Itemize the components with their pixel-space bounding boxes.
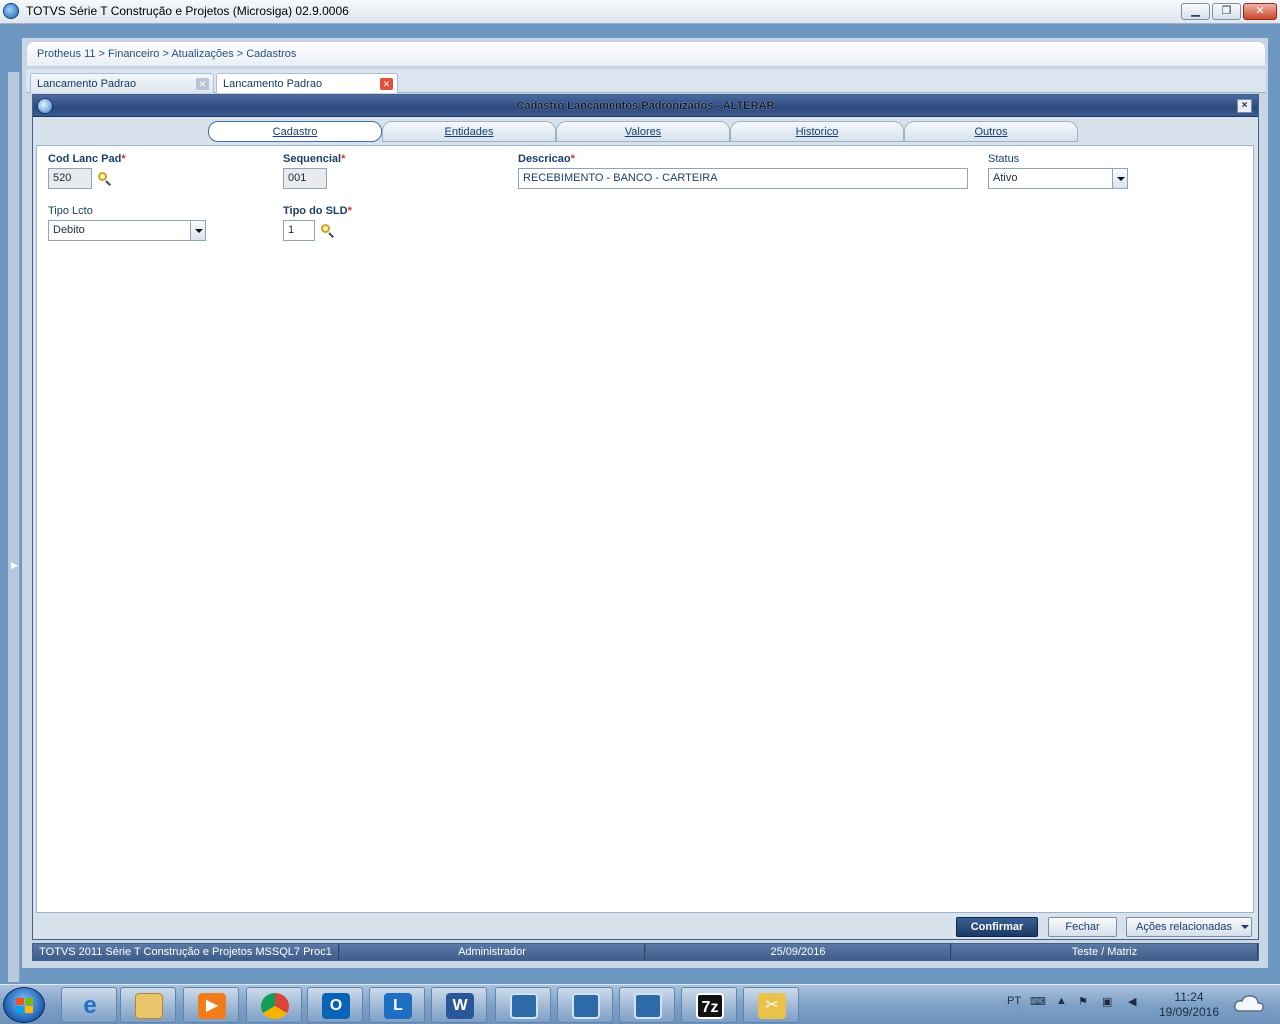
minimize-button[interactable]: ▁ bbox=[1181, 3, 1210, 20]
status-label: Status bbox=[988, 153, 1020, 165]
doc-tab-lancamento-padrao-1[interactable]: Lancamento Padrao [02.9.0006] ✕ bbox=[30, 73, 214, 110]
related-actions-button[interactable]: Ações relacionadas bbox=[1126, 917, 1252, 937]
taskbar-remote-desktop-3[interactable] bbox=[619, 987, 675, 1023]
sequencial-label-text: Sequencial bbox=[283, 153, 342, 165]
taskbar-media-player[interactable]: ▶ bbox=[183, 987, 239, 1023]
restore-button[interactable]: ❐ bbox=[1212, 3, 1241, 20]
file-explorer-icon bbox=[135, 993, 163, 1019]
taskbar-chrome[interactable] bbox=[246, 987, 302, 1023]
confirm-button[interactable]: Confirmar bbox=[956, 917, 1038, 937]
tab-entidades[interactable]: Entidades bbox=[382, 121, 556, 142]
windows-taskbar: e ▶ O L W 7z ✂ PT ⌨ ▲ ⚑ ▣ ◀ 11:24 19/09/… bbox=[0, 984, 1280, 1024]
breadcrumb[interactable]: Protheus 11 > Financeiro > Atualizações … bbox=[37, 48, 296, 60]
clock-time: 11:24 bbox=[1174, 990, 1204, 1004]
required-marker: * bbox=[347, 205, 352, 217]
dialog-close-button[interactable]: × bbox=[1237, 99, 1252, 113]
system-clock[interactable]: 11:24 19/09/2016 bbox=[1150, 990, 1228, 1020]
close-tab-icon[interactable]: ✕ bbox=[380, 78, 393, 90]
volume-icon[interactable]: ◀ bbox=[1128, 995, 1136, 1008]
7zip-icon: 7z bbox=[696, 993, 724, 1019]
chevron-down-icon bbox=[1241, 925, 1249, 929]
taskbar-lync[interactable]: L bbox=[369, 987, 425, 1023]
window-title: TOTVS Série T Construção e Projetos (Mic… bbox=[26, 4, 349, 18]
network-icon[interactable]: ▣ bbox=[1102, 995, 1112, 1008]
status-user: Administrador bbox=[340, 944, 645, 960]
media-player-icon: ▶ bbox=[198, 993, 226, 1019]
required-marker: * bbox=[341, 153, 346, 165]
descricao-label-text: Descricao bbox=[518, 153, 571, 165]
search-icon[interactable] bbox=[98, 172, 112, 186]
clock-date: 19/09/2016 bbox=[1158, 1005, 1220, 1019]
cod-lanc-pad-label-text: Cod Lanc Pad bbox=[48, 153, 122, 165]
document-tab-strip: Lancamento Padrao [02.9.0006] ✕ Lancamen… bbox=[26, 69, 1266, 110]
start-button[interactable] bbox=[3, 987, 45, 1023]
status-select-value: Ativo bbox=[993, 172, 1018, 184]
word-icon: W bbox=[446, 993, 474, 1019]
status-bar: TOTVS 2011 Série T Construção e Projetos… bbox=[32, 943, 1259, 961]
status-select[interactable]: Ativo bbox=[988, 168, 1128, 189]
internet-explorer-icon: e bbox=[83, 992, 97, 1019]
tipo-lcto-label: Tipo Lcto bbox=[48, 205, 93, 217]
taskbar-remote-desktop-2[interactable] bbox=[557, 987, 613, 1023]
language-indicator[interactable]: PT bbox=[1007, 995, 1021, 1007]
close-window-button[interactable]: ✕ bbox=[1243, 3, 1277, 20]
cadastro-panel: Cod Lanc Pad* 520 Sequencial* 001 Descri… bbox=[36, 145, 1254, 913]
tab-valores[interactable]: Valores bbox=[556, 121, 730, 142]
sequencial-label: Sequencial* bbox=[283, 153, 345, 165]
sequencial-field[interactable]: 001 bbox=[283, 168, 327, 189]
tab-historico[interactable]: Historico bbox=[730, 121, 904, 142]
dialog-header: Cadastro Lançamentos Padronizados - ALTE… bbox=[33, 95, 1258, 117]
tipo-sld-label-text: Tipo do SLD bbox=[283, 205, 348, 217]
taskbar-remote-desktop-1[interactable] bbox=[495, 987, 551, 1023]
remote-desktop-icon bbox=[572, 993, 600, 1019]
taskbar-file-explorer[interactable] bbox=[120, 987, 176, 1023]
cloud-icon[interactable] bbox=[1232, 991, 1266, 1019]
keyboard-icon[interactable]: ⌨ bbox=[1030, 995, 1046, 1008]
windows-logo-icon bbox=[16, 998, 33, 1013]
taskbar-tools[interactable]: ✂ bbox=[743, 987, 799, 1023]
tipo-sld-field[interactable]: 1 bbox=[283, 220, 315, 241]
chrome-icon bbox=[261, 993, 289, 1019]
status-environment: TOTVS 2011 Série T Construção e Projetos… bbox=[33, 944, 339, 960]
lync-icon: L bbox=[384, 993, 412, 1019]
totvs-app-icon[interactable] bbox=[3, 3, 19, 19]
descricao-field[interactable]: RECEBIMENTO - BANCO - CARTEIRA bbox=[518, 168, 968, 189]
expand-arrow-icon[interactable]: ▶ bbox=[11, 560, 18, 571]
action-center-flag-icon[interactable]: ⚑ bbox=[1078, 995, 1088, 1008]
taskbar-outlook[interactable]: O bbox=[307, 987, 363, 1023]
tab-cadastro[interactable]: Cadastro bbox=[208, 121, 382, 142]
search-icon[interactable] bbox=[321, 224, 335, 238]
close-tab-icon[interactable]: ✕ bbox=[196, 78, 209, 90]
window-title-bar: TOTVS Série T Construção e Projetos (Mic… bbox=[0, 0, 1280, 24]
tab-outros[interactable]: Outros bbox=[904, 121, 1078, 142]
remote-desktop-icon bbox=[510, 993, 538, 1019]
cod-lanc-pad-field[interactable]: 520 bbox=[48, 168, 92, 189]
chevron-down-icon[interactable] bbox=[1112, 169, 1127, 188]
taskbar-internet-explorer[interactable]: e bbox=[61, 987, 117, 1023]
close-button[interactable]: Fechar bbox=[1048, 917, 1117, 937]
descricao-label: Descricao* bbox=[518, 153, 575, 165]
tipo-lcto-select[interactable]: Debito bbox=[48, 220, 206, 241]
cadastro-dialog: Cadastro Lançamentos Padronizados - ALTE… bbox=[32, 94, 1259, 940]
status-branch: Teste / Matriz bbox=[952, 944, 1258, 960]
outlook-icon: O bbox=[322, 993, 350, 1019]
dialog-title: Cadastro Lançamentos Padronizados - ALTE… bbox=[516, 100, 775, 112]
required-marker: * bbox=[121, 153, 126, 165]
tipo-sld-label: Tipo do SLD* bbox=[283, 205, 352, 217]
status-date: 25/09/2016 bbox=[646, 944, 951, 960]
tipo-lcto-select-value: Debito bbox=[53, 224, 85, 236]
taskbar-word[interactable]: W bbox=[431, 987, 487, 1023]
breadcrumb-bar: Protheus 11 > Financeiro > Atualizações … bbox=[26, 41, 1266, 67]
related-actions-label: Ações relacionadas bbox=[1135, 921, 1232, 933]
tools-icon: ✂ bbox=[758, 993, 786, 1019]
show-hidden-icons-icon[interactable]: ▲ bbox=[1056, 995, 1067, 1007]
doc-tab-lancamento-padrao-2[interactable]: Lancamento Padrao [02.9.0006] ✕ bbox=[216, 73, 398, 110]
taskbar-7zip[interactable]: 7z bbox=[681, 987, 737, 1023]
collapsed-side-panel[interactable]: ▶ bbox=[8, 72, 20, 982]
chevron-down-icon[interactable] bbox=[190, 221, 205, 240]
remote-desktop-icon bbox=[634, 993, 662, 1019]
cod-lanc-pad-label: Cod Lanc Pad* bbox=[48, 153, 126, 165]
required-marker: * bbox=[570, 153, 575, 165]
